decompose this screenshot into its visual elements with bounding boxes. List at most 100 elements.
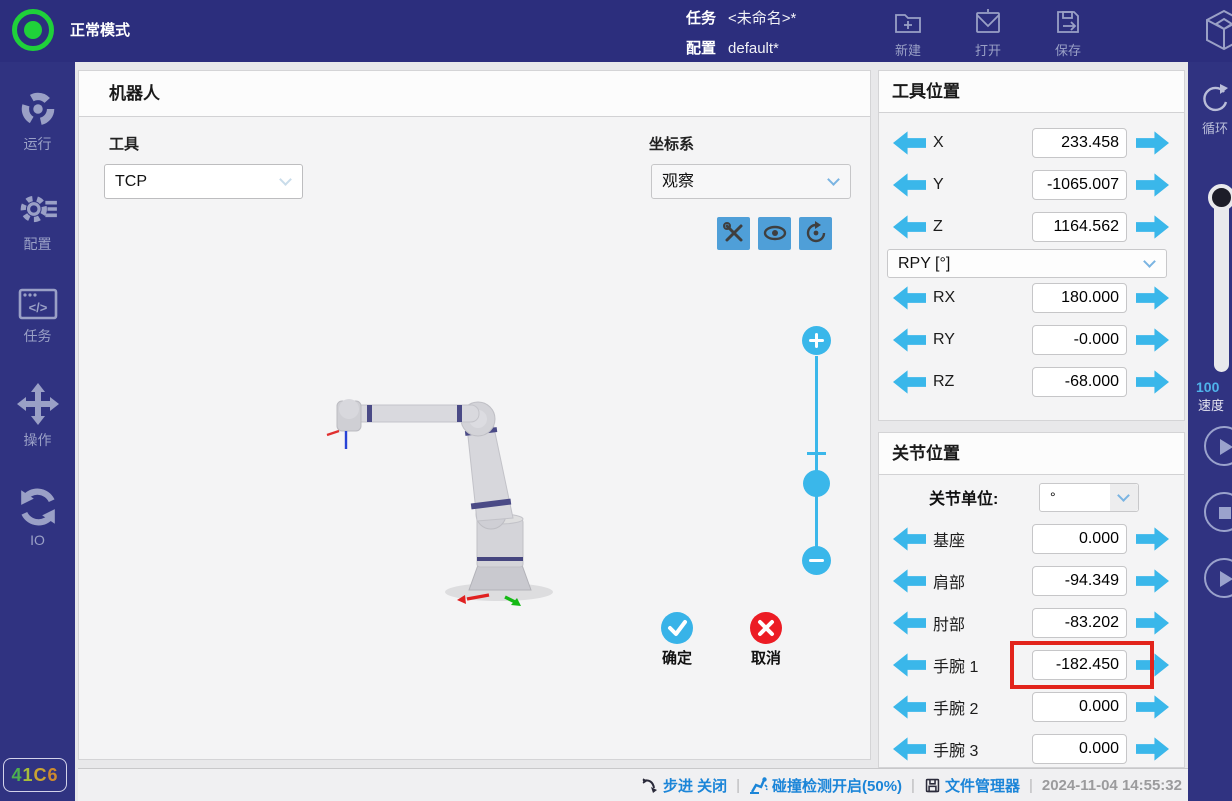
jog-increase-button[interactable] (1136, 370, 1169, 394)
jog-decrease-button[interactable] (893, 695, 926, 719)
view-visibility-button[interactable] (758, 217, 791, 250)
new-task-button[interactable]: 新建 (876, 6, 940, 59)
view-rotate-button[interactable] (799, 217, 832, 250)
speed-slider-track[interactable] (1214, 192, 1229, 372)
step-play-button[interactable] (1204, 558, 1232, 598)
task-row: 任务<未命名>* (686, 8, 796, 30)
value-field[interactable]: -83.202 (1032, 608, 1127, 638)
zoom-slider-handle[interactable] (803, 470, 830, 497)
cancel-x-icon (750, 612, 782, 644)
joint-position-header: 关节位置 (879, 433, 1184, 475)
save-task-button[interactable]: 保存 (1036, 6, 1100, 59)
position-row: RY-0.000 (879, 319, 1184, 361)
value-field[interactable]: 0.000 (1032, 734, 1127, 764)
stop-button[interactable] (1204, 492, 1232, 532)
jog-increase-button[interactable] (1136, 611, 1169, 635)
file-manager-icon (924, 777, 941, 794)
play-button[interactable] (1204, 426, 1232, 466)
file-manager-label: 文件管理器 (945, 778, 1020, 795)
app-window: 正常模式 任务<未命名>* 配置default* 新建 打开 (0, 0, 1232, 801)
jog-decrease-button[interactable] (893, 173, 926, 197)
axis-label: 手腕 1 (933, 653, 978, 677)
confirm-check-icon (661, 612, 693, 644)
jog-increase-button[interactable] (1136, 173, 1169, 197)
robot-panel-header: 机器人 (79, 71, 870, 117)
jog-decrease-button[interactable] (893, 370, 926, 394)
jog-increase-button[interactable] (1136, 328, 1169, 352)
eye-icon (762, 221, 788, 245)
jog-increase-button[interactable] (1136, 131, 1169, 155)
jog-decrease-button[interactable] (893, 131, 926, 155)
view-tools-button[interactable] (717, 217, 750, 250)
axis-label: 肘部 (933, 611, 965, 635)
step-status[interactable]: 步进 关闭 (641, 775, 727, 796)
open-icon (972, 6, 1004, 38)
collision-status[interactable]: 碰撞检测开启(50%) (749, 775, 902, 796)
status-badge: 41C6 (3, 758, 67, 792)
speed-slider-handle[interactable] (1208, 184, 1232, 211)
joint-unit-value: ° (1050, 489, 1056, 505)
value-field[interactable]: -182.450 (1032, 650, 1127, 680)
joint-rows: 基座0.000肩部-94.349肘部-83.202手腕 1-182.450手腕 … (879, 518, 1184, 770)
tool-select[interactable]: TCP (104, 164, 303, 199)
jog-decrease-button[interactable] (893, 653, 926, 677)
rotation-format-select[interactable]: RPY [°] (887, 249, 1167, 278)
confirm-button[interactable]: 确定 (647, 612, 707, 668)
frame-value: 观察 (662, 173, 694, 190)
jog-increase-button[interactable] (1136, 527, 1169, 551)
jog-increase-button[interactable] (1136, 653, 1169, 677)
chevron-down-icon (1117, 489, 1130, 502)
sidebar-item-task[interactable]: </> 任务 (0, 286, 75, 346)
value-field[interactable]: 1164.562 (1032, 212, 1127, 242)
status-bar: 步进 关闭 | 碰撞检测开启(50%) | 文件管理器 | 2024-11-04… (78, 768, 1188, 801)
jog-increase-button[interactable] (1136, 286, 1169, 310)
sidebar-item-operate[interactable]: 操作 (0, 382, 75, 450)
jog-decrease-button[interactable] (893, 527, 926, 551)
chevron-zone (1110, 484, 1138, 511)
value-field[interactable]: 233.458 (1032, 128, 1127, 158)
wrench-icon (722, 221, 746, 245)
open-button-label: 打开 (956, 40, 1020, 59)
jog-increase-button[interactable] (1136, 695, 1169, 719)
value-field[interactable]: -68.000 (1032, 367, 1127, 397)
scene-cube-icon[interactable] (1202, 7, 1232, 58)
sidebar-item-config[interactable]: 配置 (0, 188, 75, 254)
separator: | (736, 777, 740, 794)
value-field[interactable]: -1065.007 (1032, 170, 1127, 200)
position-row: 肘部 -83.202 (879, 602, 1184, 644)
joint-position-panel: 关节位置 关节单位: ° 基座0.000肩部-94.349肘部-83.202手腕… (878, 432, 1185, 768)
robot-3d-view[interactable] (319, 369, 599, 609)
tool-label: 工具 (109, 133, 139, 154)
jog-decrease-button[interactable] (893, 215, 926, 239)
value-field[interactable]: 0.000 (1032, 692, 1127, 722)
loop-icon[interactable] (1196, 82, 1230, 114)
io-cycle-icon (17, 486, 59, 528)
sidebar-item-run[interactable]: 运行 (0, 88, 75, 154)
value-field[interactable]: 180.000 (1032, 283, 1127, 313)
position-row: 肩部-94.349 (879, 560, 1184, 602)
zoom-in-button[interactable] (802, 326, 831, 355)
sidebar-item-io[interactable]: IO (0, 486, 75, 548)
frame-select[interactable]: 观察 (651, 164, 851, 199)
jog-decrease-button[interactable] (893, 569, 926, 593)
axis-label: Z (933, 218, 943, 236)
value-field[interactable]: -94.349 (1032, 566, 1127, 596)
loop-label: 循环 (1202, 118, 1232, 137)
jog-decrease-button[interactable] (893, 286, 926, 310)
jog-decrease-button[interactable] (893, 328, 926, 352)
value-field[interactable]: -0.000 (1032, 325, 1127, 355)
jog-increase-button[interactable] (1136, 737, 1169, 761)
file-manager-link[interactable]: 文件管理器 (924, 775, 1020, 796)
collision-status-label: 碰撞检测开启(50%) (772, 778, 902, 795)
jog-increase-button[interactable] (1136, 215, 1169, 239)
sidebar-item-label: 操作 (0, 430, 75, 450)
zoom-out-button[interactable] (802, 546, 831, 575)
jog-decrease-button[interactable] (893, 611, 926, 635)
cancel-button[interactable]: 取消 (736, 612, 796, 668)
jog-increase-button[interactable] (1136, 569, 1169, 593)
open-task-button[interactable]: 打开 (956, 6, 1020, 59)
value-field[interactable]: 0.000 (1032, 524, 1127, 554)
jog-decrease-button[interactable] (893, 737, 926, 761)
joint-unit-select[interactable]: ° (1039, 483, 1139, 512)
sidebar-item-label: 任务 (0, 326, 75, 346)
